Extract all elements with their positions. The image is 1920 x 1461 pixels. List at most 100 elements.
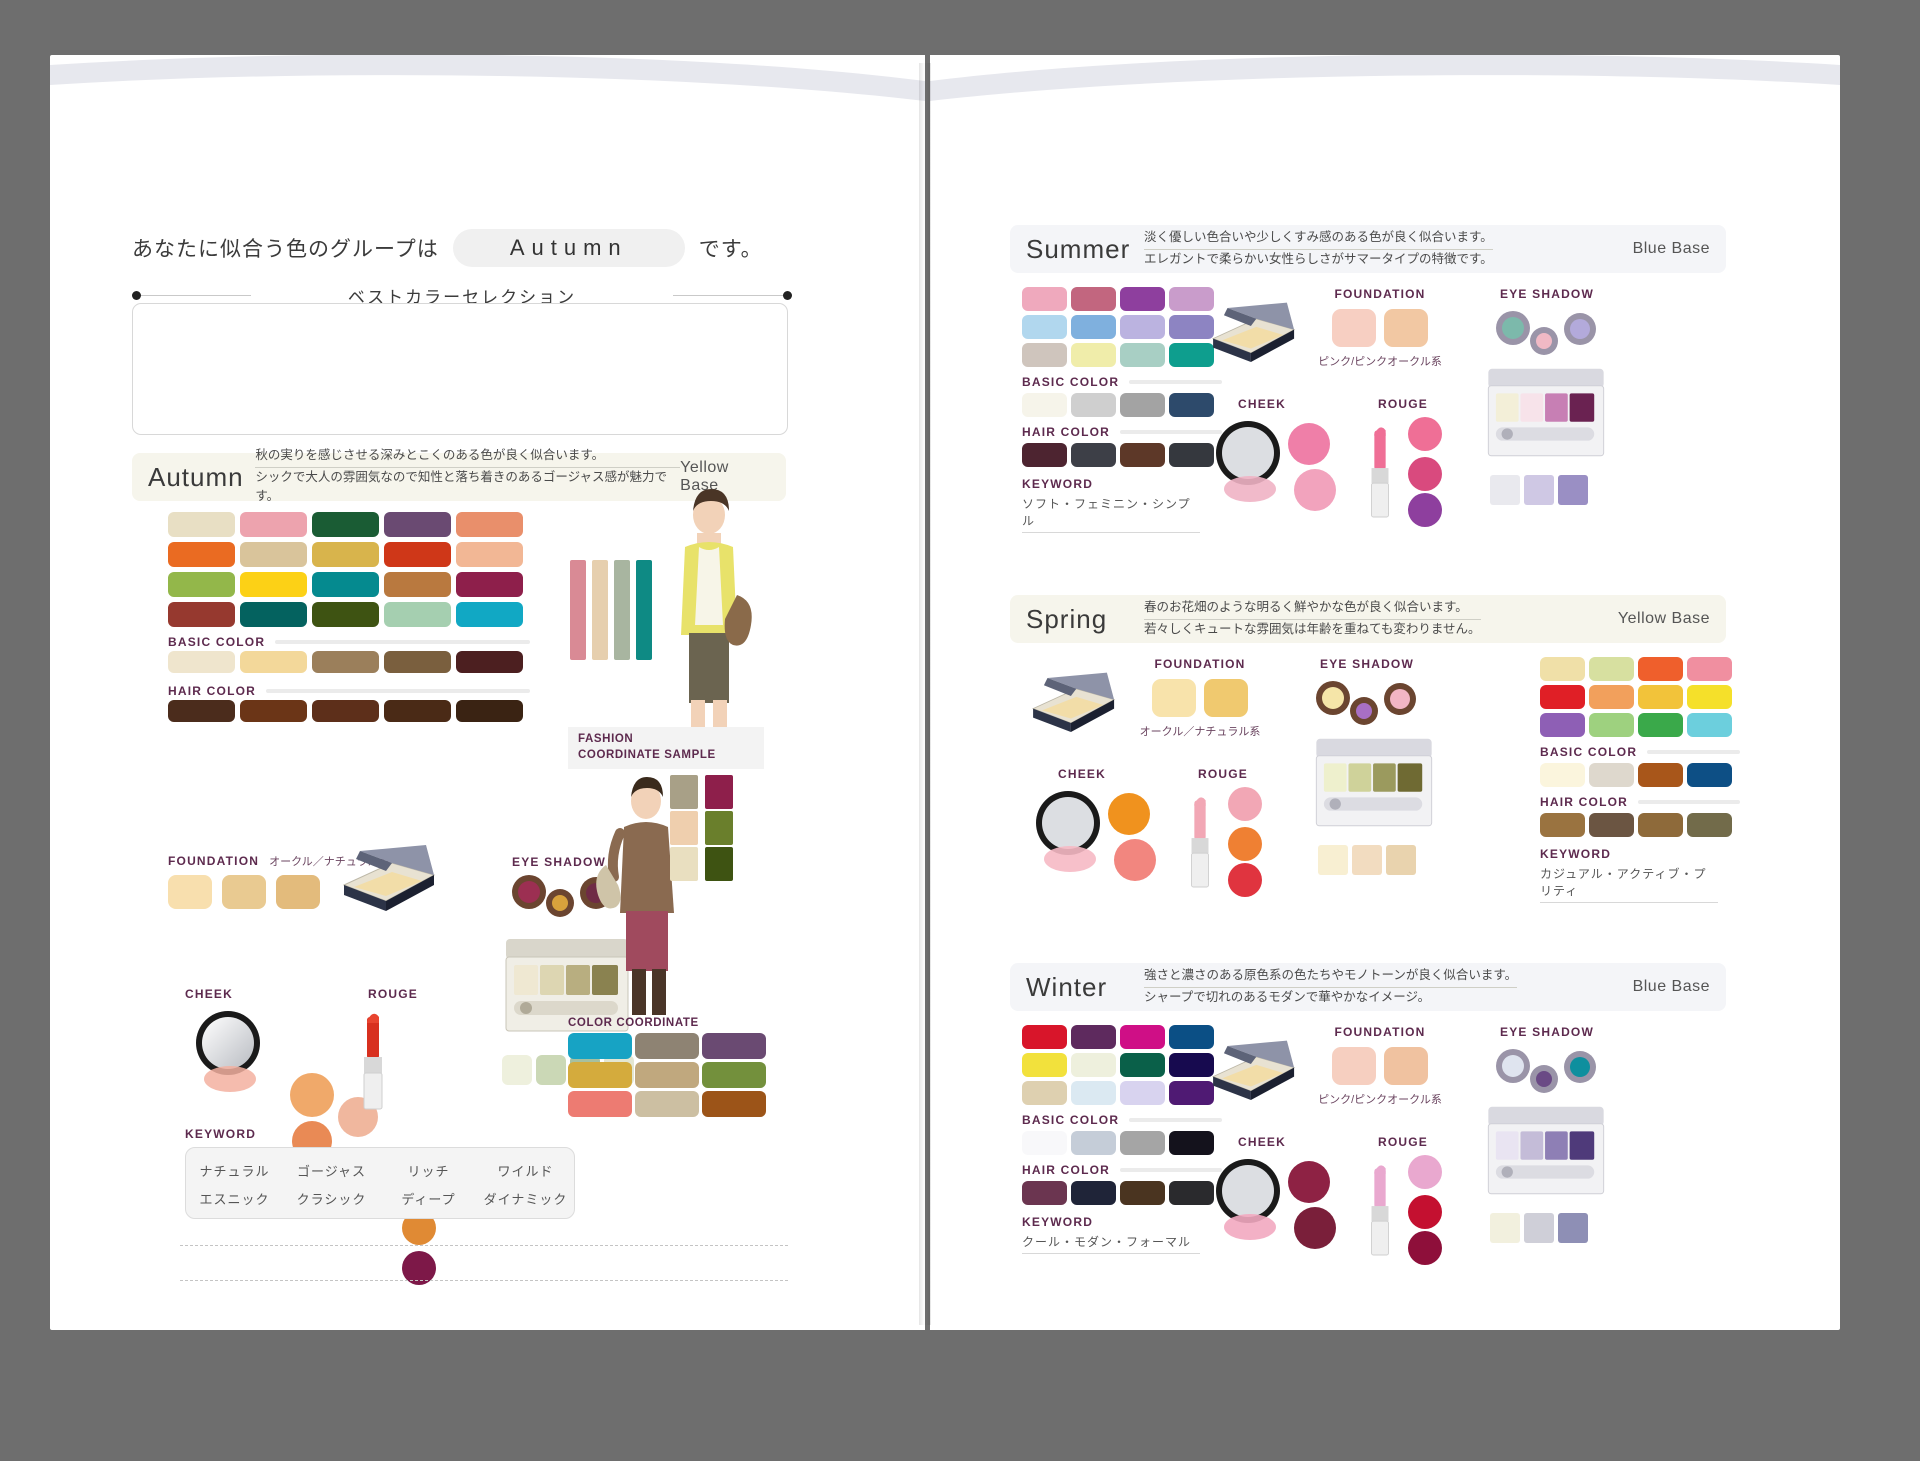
swatch-4: [1540, 685, 1585, 709]
keyword-item-5: クラシック: [296, 1191, 367, 1207]
palette-grid: [1022, 1025, 1222, 1105]
foundation-swatch-1: [1384, 309, 1428, 347]
autumn-basic-swatch-3: [384, 651, 451, 673]
swatch-8: [1022, 1081, 1067, 1105]
cheek-compact-autumn-icon: [190, 1007, 270, 1098]
autumn-palette-grid: [168, 512, 530, 627]
page-curl-right: [930, 55, 1840, 117]
swatch-7: [1687, 685, 1732, 709]
autumn-hair-swatch-1: [240, 700, 307, 722]
autumn-hair-swatch-0: [168, 700, 235, 722]
hair-color-grid: [1540, 813, 1740, 837]
basic-swatch-0: [1540, 763, 1585, 787]
swatch-9: [1071, 1081, 1116, 1105]
palette-column-winter: BASIC COLOR HAIR COLOR KEYWORD クール・モダン・フォーマ…: [1022, 1025, 1222, 1254]
autumn-swatch-4: [456, 512, 523, 537]
right-page: Summer 淡く優しい色合いや少しくすみ感のある色が良く似合います。 エレガントで…: [930, 55, 1840, 1330]
keyword-row-1: ナチュラル ゴージャス リッチ ワイルド: [186, 1156, 574, 1184]
autumn-hair-swatch-4: [456, 700, 523, 722]
fashion-swatch-column-1: [670, 775, 700, 883]
keyword-label: KEYWORD: [185, 1127, 257, 1141]
basic-color-grid: [1540, 763, 1740, 787]
keyword-label: KEYWORD: [1022, 1215, 1094, 1229]
swatch-8: [1022, 343, 1067, 367]
swatch-3: [1687, 657, 1732, 681]
foundation-label: FOUNDATION: [1334, 1025, 1426, 1039]
season-section-spring: Spring 春のお花畑のような明るく鮮やかな色が良く似合います。 若々しくキュート…: [930, 595, 1840, 955]
cheek-swatches: [1210, 417, 1370, 517]
palette-row2-swatch-1: [1352, 845, 1382, 875]
coordinate-swatch-0-1: [635, 1033, 699, 1059]
rouge-dot-0: [1408, 1155, 1442, 1189]
rouge-dot-1: [1408, 1195, 1442, 1229]
eyeshadow-palette-icon: [1310, 735, 1438, 844]
coordinate-swatch-2-1: [635, 1091, 699, 1117]
autumn-swatch-16: [240, 602, 307, 627]
basic-color-grid: [1022, 393, 1222, 417]
hair-color-rule: [266, 689, 530, 693]
fashion-col2-swatch-0: [705, 775, 733, 809]
autumn-swatch-15: [168, 602, 235, 627]
eyeshadow-block: EYE SHADOW: [1292, 657, 1442, 739]
season-desc-line2: シャープで切れのあるモダンで華やかなイメージ。: [1144, 989, 1431, 1004]
fashion-strip-1: [570, 560, 652, 660]
best-color-selection-box[interactable]: [132, 303, 788, 435]
swatch-9: [1071, 343, 1116, 367]
eyeshadow-label: EYE SHADOW: [1319, 657, 1414, 671]
basic-color-header: BASIC COLOR: [1022, 1113, 1222, 1127]
swatch-2: [1638, 657, 1683, 681]
foundation-sub-label: ピンク/ピンクオークル系: [1318, 356, 1442, 368]
basic-swatch-2: [1120, 1131, 1165, 1155]
swatch-0: [1022, 1025, 1067, 1049]
rouge-swatches: [1360, 1155, 1470, 1265]
autumn-hair-swatch-2: [312, 700, 379, 722]
eyeshadow-pan-2: [1564, 1051, 1596, 1083]
coordinate-swatch-0-2: [702, 1033, 766, 1059]
eyeshadow-palette-icon: [1482, 365, 1610, 474]
fashion-col2-swatch-1: [705, 811, 733, 845]
season-base: Blue Base: [1632, 240, 1710, 257]
foundation-block: FOUNDATION オークル／ナチュラル系: [1130, 657, 1270, 739]
powder-compact-icon: [1020, 669, 1120, 746]
hair-swatch-1: [1071, 443, 1116, 467]
swatch-6: [1638, 685, 1683, 709]
season-band-winter: Winter 強さと濃さのある原色系の色たちやモノトーンが良く似合います。 シャープ…: [1010, 963, 1726, 1011]
coordinate-swatch-1-0: [568, 1062, 632, 1088]
season-desc-line1: 秋の実りを感じさせる深みとこくのある色が良く似合います。: [255, 446, 681, 468]
cheek-dot-1: [1114, 839, 1156, 881]
swatch-10: [1638, 713, 1683, 737]
basic-color-label: BASIC COLOR: [1540, 745, 1638, 759]
cheek-dot-0: [1108, 793, 1150, 835]
foundation-swatch-1: [222, 875, 266, 909]
coordinate-swatch-2-0: [568, 1091, 632, 1117]
basic-color-label: BASIC COLOR: [1022, 1113, 1120, 1127]
keyword-value: ソフト・フェミニン・シンプル: [1022, 495, 1200, 533]
season-desc-line1: 強さと濃さのある原色系の色たちやモノトーンが良く似合います。: [1144, 966, 1518, 988]
hair-swatch-2: [1120, 1181, 1165, 1205]
basic-color-rule: [275, 640, 530, 644]
rouge-swatches: [1180, 787, 1290, 897]
hair-swatch-2: [1120, 443, 1165, 467]
cheek-dot-1: [1294, 469, 1336, 511]
season-section-winter: Winter 強さと濃さのある原色系の色たちやモノトーンが良く似合います。 シャープ…: [930, 963, 1840, 1323]
flower-icon: [1356, 703, 1372, 719]
hair-swatch-3: [1687, 813, 1732, 837]
rouge-dot-2: [1408, 1231, 1442, 1265]
hair-color-header: HAIR COLOR: [1022, 1163, 1222, 1177]
keyword-label: KEYWORD: [1540, 847, 1612, 861]
foundation-swatch-0: [1332, 1047, 1376, 1085]
autumn-swatch-5: [168, 542, 235, 567]
swatch-4: [1022, 315, 1067, 339]
cheek-dot-0: [290, 1073, 334, 1117]
autumn-swatch-3: [384, 512, 451, 537]
autumn-swatch-8: [384, 542, 451, 567]
eyeshadow-pan-1: [546, 889, 574, 917]
flower-icon: [1536, 333, 1552, 349]
basic-swatch-0: [1022, 393, 1067, 417]
result-headline: あなたに似合う色のグループは Autumn です。: [132, 225, 792, 271]
rouge-label: ROUGE: [368, 987, 419, 1001]
rule-left: [141, 295, 251, 296]
flower-icon: [552, 895, 568, 911]
basic-swatch-3: [1169, 1131, 1214, 1155]
season-band-summer: Summer 淡く優しい色合いや少しくすみ感のある色が良く似合います。 エレガントで…: [1010, 225, 1726, 273]
